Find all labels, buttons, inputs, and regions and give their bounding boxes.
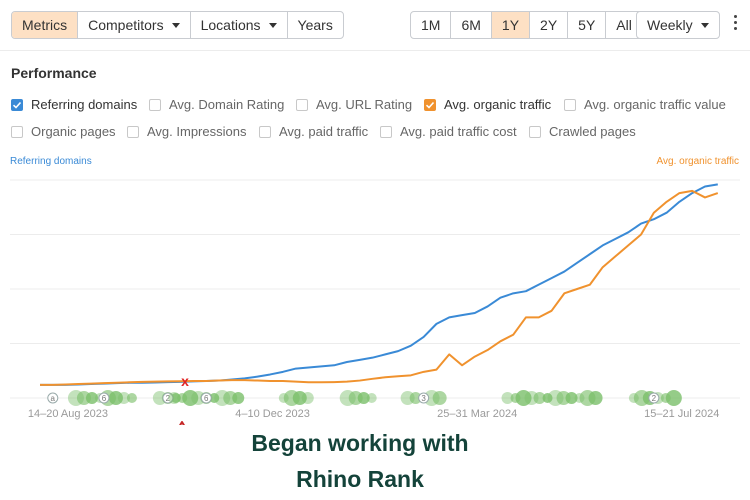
metric-avg-organic-traffic[interactable]: Avg. organic traffic [424, 97, 551, 112]
view-tabs: Metrics Competitors Locations Years [11, 11, 344, 39]
x-tick-label: 15–21 Jul 2024 [644, 408, 719, 420]
x-tick-label: 14–20 Aug 2023 [28, 408, 108, 420]
section-title: Performance [11, 65, 97, 81]
metric-crawled-pages[interactable]: Crawled pages [529, 124, 636, 139]
tab-competitors[interactable]: Competitors [78, 12, 191, 38]
annotation-line-2: Rhino Rank [296, 466, 424, 492]
annotation-x-mark: x [181, 373, 189, 389]
metric-avg-domain-rating[interactable]: Avg. Domain Rating [149, 97, 284, 112]
event-marker[interactable] [501, 390, 603, 406]
checkbox-icon [529, 125, 541, 138]
event-marker[interactable] [339, 390, 377, 406]
range-6m-button[interactable]: 6M [451, 12, 492, 38]
checkbox-icon [149, 98, 161, 111]
metric-avg-paid-traffic[interactable]: Avg. paid traffic [259, 124, 368, 139]
checkbox-icon [11, 125, 23, 138]
chart-toolbar: Metrics Competitors Locations Years 1M 6… [0, 0, 750, 50]
metric-avg-impressions[interactable]: Avg. Impressions [127, 124, 246, 139]
chevron-down-icon [171, 22, 180, 28]
x-tick-label: 4–10 Dec 2023 [235, 408, 310, 420]
chevron-down-icon [268, 22, 277, 28]
range-selector: 1M 6M 1Y 2Y 5Y All [410, 11, 643, 39]
checkbox-checked-icon [424, 98, 436, 111]
event-marker-label: a [51, 394, 56, 403]
series-line-referring-domains [40, 183, 718, 386]
kebab-menu-icon[interactable] [734, 15, 738, 33]
right-axis-label: Avg. organic traffic [656, 156, 739, 167]
tab-years[interactable]: Years [288, 12, 343, 38]
range-1m-button[interactable]: 1M [411, 12, 452, 38]
event-marker-label: 6 [102, 394, 107, 403]
checkbox-icon [127, 125, 139, 138]
event-marker[interactable]: 3 [400, 390, 447, 406]
event-marker[interactable]: 2 [628, 390, 682, 406]
x-tick-label: 25–31 Mar 2024 [437, 408, 517, 420]
range-5y-button[interactable]: 5Y [568, 12, 607, 38]
tab-metrics[interactable]: Metrics [12, 12, 79, 38]
event-marker-label: 2 [652, 394, 657, 403]
event-marker-label: 6 [204, 394, 209, 403]
range-1y-button[interactable]: 1Y [491, 12, 531, 38]
interval-select[interactable]: Weekly [636, 11, 720, 39]
metric-organic-pages[interactable]: Organic pages [11, 124, 116, 139]
event-marker[interactable] [278, 390, 314, 406]
chevron-down-icon [700, 22, 709, 28]
checkbox-icon [564, 98, 576, 111]
performance-chart: a62632 14–20 Aug 2023 4–10 Dec 2023 25–31 … [10, 179, 740, 425]
metric-avg-paid-traffic-cost[interactable]: Avg. paid traffic cost [380, 124, 517, 139]
tab-locations[interactable]: Locations [191, 12, 288, 38]
annotation-line-1: Began working with [251, 430, 469, 456]
arrow-head-icon [179, 421, 185, 425]
range-2y-button[interactable]: 2Y [530, 12, 569, 38]
metric-referring-domains[interactable]: Referring domains [11, 97, 137, 112]
checkbox-icon [296, 98, 308, 111]
metric-avg-organic-traffic-value[interactable]: Avg. organic traffic value [564, 97, 726, 112]
event-marker[interactable]: a [47, 392, 59, 404]
interval-value: Weekly [637, 12, 719, 38]
checkbox-icon [380, 125, 392, 138]
checkbox-icon [259, 125, 271, 138]
left-axis-label: Referring domains [10, 156, 92, 167]
checkbox-checked-icon [11, 98, 23, 111]
event-marker[interactable]: 6 [168, 390, 245, 406]
toolbar-divider [0, 50, 750, 51]
event-marker-label: 3 [421, 394, 426, 403]
event-marker[interactable]: 6 [67, 390, 137, 406]
metric-avg-url-rating[interactable]: Avg. URL Rating [296, 97, 412, 112]
